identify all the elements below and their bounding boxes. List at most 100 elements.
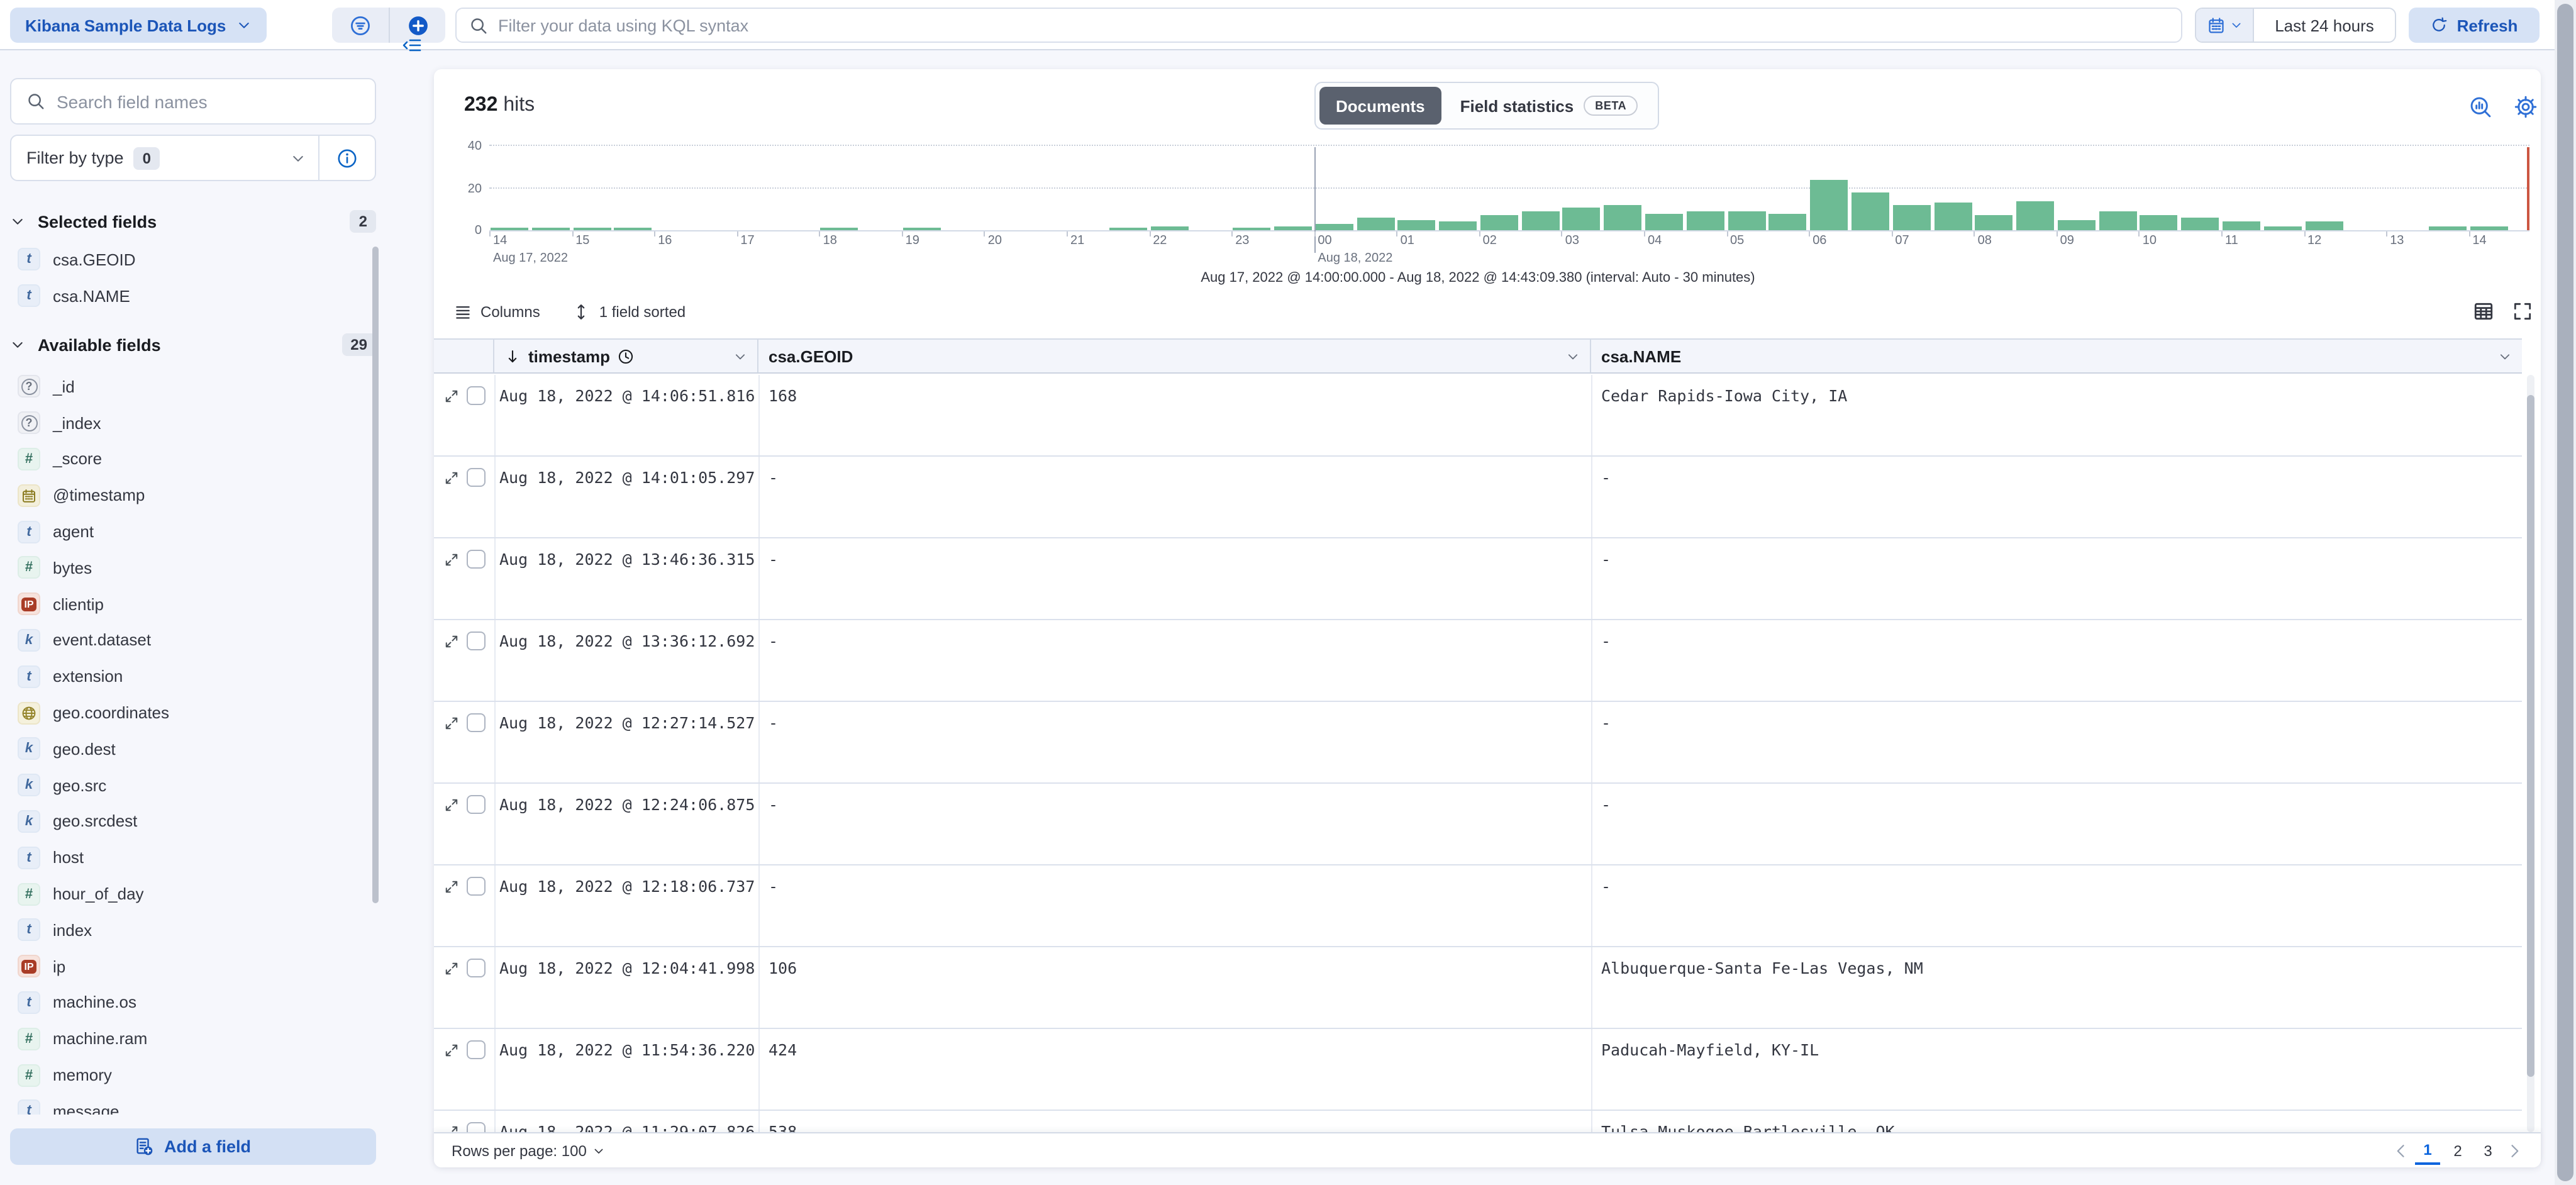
histogram-bar[interactable]	[1934, 203, 1972, 230]
sidebar-scrollbar[interactable]	[372, 247, 379, 903]
histogram-bar[interactable]	[2305, 222, 2343, 230]
available-field-ip[interactable]: IPip	[10, 949, 376, 985]
histogram-bar[interactable]	[1439, 222, 1477, 230]
table-row[interactable]: Aug 18, 2022 @ 11:54:36.220424Paducah-Ma…	[434, 1029, 2522, 1111]
available-field-index[interactable]: tindex	[10, 912, 376, 949]
histogram-bar[interactable]	[821, 228, 858, 230]
table-row[interactable]: Aug 18, 2022 @ 12:18:06.737--	[434, 865, 2522, 947]
filter-by-type-select[interactable]: Filter by type 0	[10, 135, 376, 181]
histogram-bar[interactable]	[2470, 226, 2507, 230]
available-field-_id[interactable]: ?_id	[10, 369, 376, 405]
histogram-bar[interactable]	[1480, 216, 1518, 230]
histogram-bar[interactable]	[1728, 211, 1765, 230]
histogram-bar[interactable]	[1604, 205, 1641, 230]
available-field-event.dataset[interactable]: kevent.dataset	[10, 622, 376, 659]
field-search-input[interactable]	[57, 91, 360, 111]
time-range-button[interactable]: Last 24 hours	[2254, 9, 2395, 42]
header-csa-name[interactable]: csa.NAME	[1591, 340, 2522, 372]
available-field-geo.srcdest[interactable]: kgeo.srcdest	[10, 803, 376, 840]
histogram-bar[interactable]	[1150, 226, 1188, 230]
field-search-box[interactable]	[10, 78, 376, 125]
histogram-bar[interactable]	[2429, 226, 2467, 230]
available-field-geo.dest[interactable]: kgeo.dest	[10, 731, 376, 767]
expand-document-icon[interactable]	[444, 470, 459, 486]
saved-query-menu-button[interactable]	[332, 8, 389, 43]
selected-fields-header[interactable]: Selected fields 2	[10, 206, 376, 236]
expand-document-icon[interactable]	[444, 1125, 459, 1132]
histogram-bar[interactable]	[1563, 207, 1601, 230]
histogram-bar[interactable]	[2058, 220, 2096, 230]
row-checkbox[interactable]	[467, 386, 486, 405]
page-scrollbar[interactable]	[2555, 0, 2576, 1185]
tab-documents[interactable]: Documents	[1319, 87, 1441, 125]
header-csa-geoid[interactable]: csa.GEOID	[758, 340, 1591, 372]
histogram-bar[interactable]	[1398, 220, 1436, 230]
inspect-icon[interactable]	[2469, 96, 2492, 118]
available-field-memory[interactable]: #memory	[10, 1057, 376, 1093]
table-row[interactable]: Aug 18, 2022 @ 13:36:12.692--	[434, 620, 2522, 702]
available-field-@timestamp[interactable]: @timestamp	[10, 477, 376, 514]
histogram-bar[interactable]	[573, 228, 611, 230]
kql-query-input[interactable]	[498, 16, 2168, 35]
row-checkbox[interactable]	[467, 877, 486, 896]
chevron-down-icon[interactable]	[1566, 349, 1580, 363]
table-row[interactable]: Aug 18, 2022 @ 12:04:41.998106Albuquerqu…	[434, 947, 2522, 1029]
row-checkbox[interactable]	[467, 713, 486, 732]
fullscreen-icon[interactable]	[2512, 301, 2533, 322]
display-density-icon[interactable]	[2473, 301, 2494, 322]
available-fields-header[interactable]: Available fields 29	[10, 330, 376, 360]
header-timestamp[interactable]: timestamp	[494, 340, 758, 372]
row-checkbox[interactable]	[467, 1122, 486, 1132]
histogram-plot-area[interactable]: 1415161718192021222300010203040506070809…	[489, 141, 2529, 231]
histogram-bar[interactable]	[2099, 211, 2136, 230]
histogram-bar[interactable]	[1892, 205, 1930, 230]
histogram-bar[interactable]	[1645, 213, 1683, 230]
row-checkbox[interactable]	[467, 959, 486, 977]
histogram-bar[interactable]	[2223, 222, 2260, 230]
page-3-button[interactable]: 3	[2475, 1137, 2501, 1164]
histogram-bar[interactable]	[1521, 211, 1559, 230]
table-row[interactable]: Aug 18, 2022 @ 14:01:05.297--	[434, 457, 2522, 538]
available-field-machine.ram[interactable]: #machine.ram	[10, 1021, 376, 1057]
expand-document-icon[interactable]	[444, 552, 459, 567]
gear-icon[interactable]	[2514, 96, 2537, 118]
collapse-sidebar-button[interactable]	[401, 35, 421, 55]
selected-field-csa.GEOID[interactable]: tcsa.GEOID	[10, 242, 376, 278]
histogram-bar[interactable]	[1810, 180, 1848, 230]
histogram-bar[interactable]	[1357, 218, 1394, 230]
expand-document-icon[interactable]	[444, 879, 459, 894]
chevron-down-icon[interactable]	[733, 349, 747, 363]
tab-field-statistics[interactable]: Field statistics BETA	[1444, 87, 1655, 125]
histogram-bar[interactable]	[1769, 213, 1807, 230]
previous-page-button[interactable]	[2392, 1142, 2410, 1159]
page-2-button[interactable]: 2	[2445, 1137, 2470, 1164]
expand-document-icon[interactable]	[444, 634, 459, 649]
histogram-bar[interactable]	[903, 228, 941, 230]
histogram-bar[interactable]	[532, 228, 570, 230]
histogram-bar[interactable]	[2140, 216, 2178, 230]
histogram-bar[interactable]	[1975, 216, 2013, 230]
refresh-button[interactable]: Refresh	[2409, 8, 2540, 43]
available-field-bytes[interactable]: #bytes	[10, 550, 376, 586]
histogram-bar[interactable]	[2016, 201, 2054, 230]
table-row[interactable]: Aug 18, 2022 @ 12:24:06.875--	[434, 784, 2522, 865]
histogram-bar[interactable]	[614, 228, 652, 230]
histogram-bar[interactable]	[1233, 228, 1270, 230]
row-checkbox[interactable]	[467, 631, 486, 650]
add-field-button[interactable]: Add a field	[10, 1128, 376, 1164]
sort-fields-button[interactable]: 1 field sorted	[573, 303, 686, 321]
available-field-clientip[interactable]: IPclientip	[10, 586, 376, 623]
chevron-down-icon[interactable]	[2498, 349, 2512, 363]
expand-document-icon[interactable]	[444, 798, 459, 813]
row-checkbox[interactable]	[467, 1040, 486, 1059]
histogram-bar[interactable]	[491, 228, 528, 230]
table-row[interactable]: Aug 18, 2022 @ 13:46:36.315--	[434, 538, 2522, 620]
available-field-host[interactable]: thost	[10, 840, 376, 876]
available-field-agent[interactable]: tagent	[10, 513, 376, 550]
histogram-bar[interactable]	[1109, 228, 1147, 230]
available-field-machine.os[interactable]: tmachine.os	[10, 984, 376, 1021]
available-field-geo.src[interactable]: kgeo.src	[10, 767, 376, 804]
expand-document-icon[interactable]	[444, 716, 459, 731]
expand-document-icon[interactable]	[444, 961, 459, 976]
table-row[interactable]: Aug 18, 2022 @ 11:29:07.826538Tulsa-Musk…	[434, 1111, 2522, 1132]
